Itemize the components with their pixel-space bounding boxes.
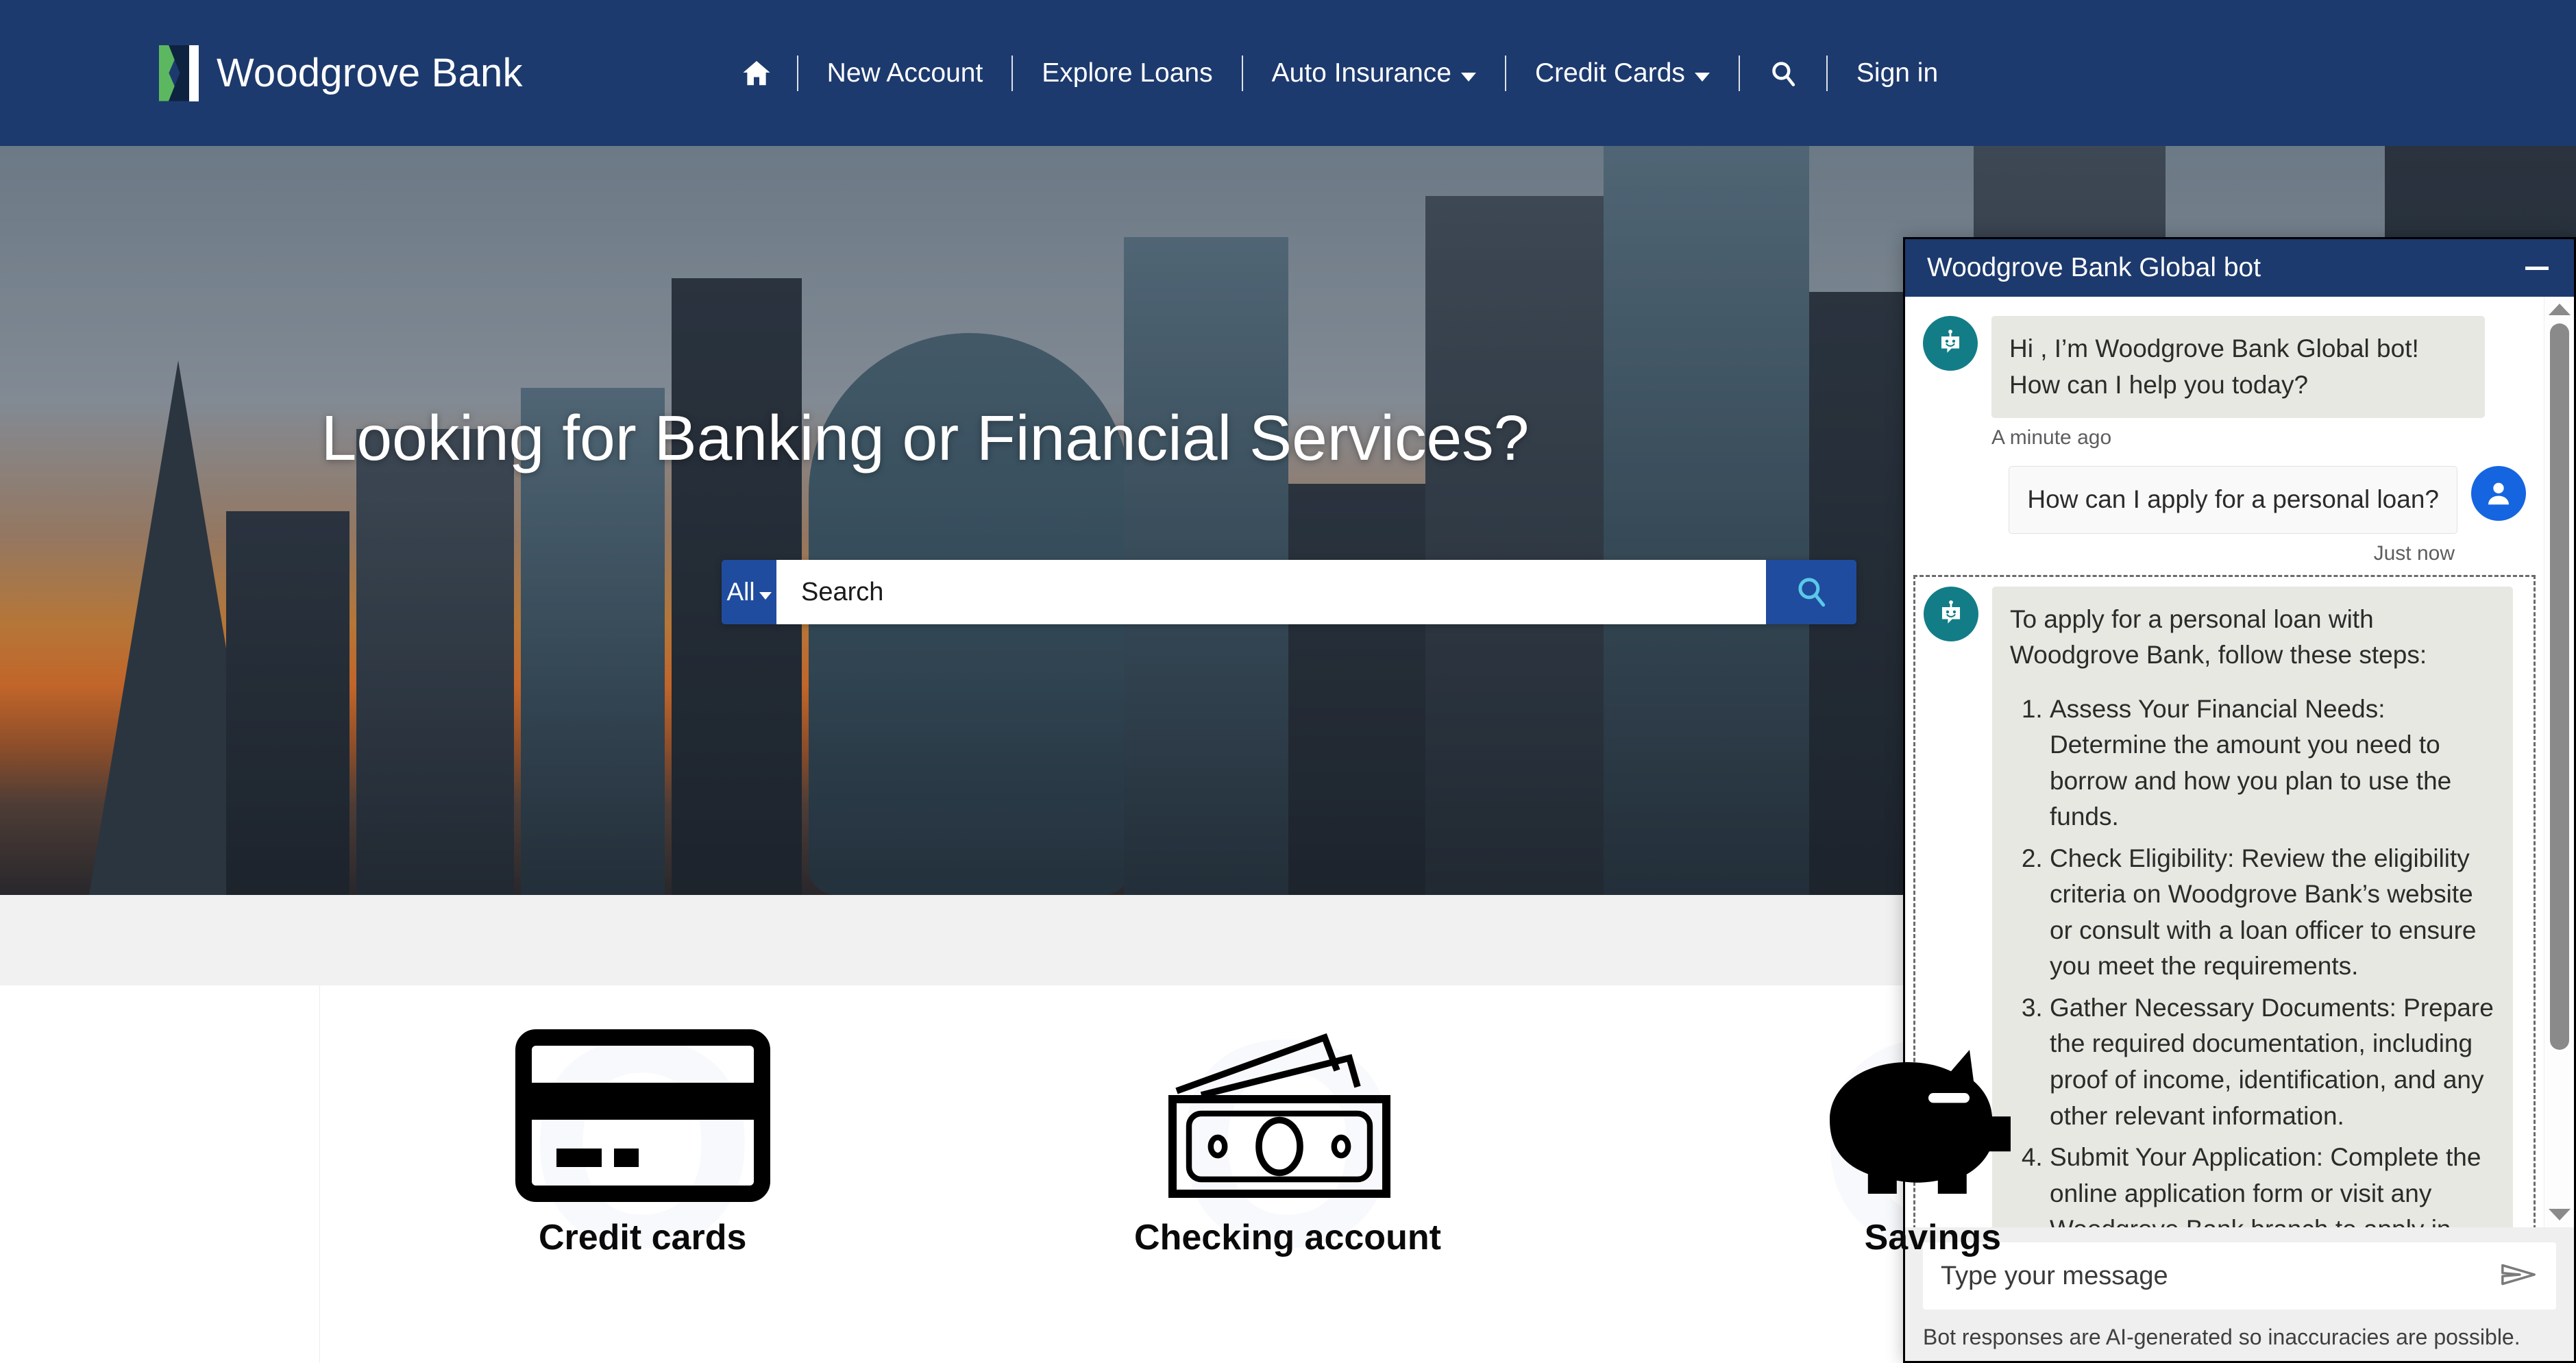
answer-step: Assess Your Financial Needs: Determine t… (2050, 691, 2495, 835)
nav-item-home[interactable] (717, 58, 796, 89)
search-icon (1794, 574, 1828, 611)
chatbot-footer: Bot responses are AI-generated so inaccu… (1905, 1227, 2574, 1361)
chat-scrollbar[interactable] (2544, 297, 2574, 1227)
search-submit-button[interactable] (1766, 560, 1856, 624)
bot-avatar-icon (1923, 316, 1978, 371)
nav-item-sign-in[interactable]: Sign in (1829, 60, 1965, 86)
nav-divider (1738, 55, 1740, 91)
chevron-up-icon[interactable] (2548, 304, 2571, 315)
nav-item-label: Credit Cards (1534, 58, 1685, 88)
answer-step: Submit Your Application: Complete the on… (2050, 1140, 2495, 1227)
nav-item-label: Explore Loans (1042, 58, 1213, 88)
product-card-label: Credit cards (538, 1218, 747, 1257)
primary-nav: New Account Explore Loans Auto Insurance… (717, 0, 1965, 146)
chatbot-title: Woodgrove Bank Global bot (1927, 253, 2261, 282)
answer-step: Gather Necessary Documents: Prepare the … (2050, 990, 2495, 1134)
chat-bubble-bot-answer: To apply for a personal loan with Woodgr… (1992, 586, 2513, 1227)
scrollbar-thumb[interactable] (2549, 323, 2569, 1050)
chat-message-user: How can I apply for a personal loan? (1923, 466, 2526, 534)
hero-search-bar: All (722, 560, 1856, 624)
nav-search-button[interactable] (1741, 59, 1825, 88)
home-icon (741, 58, 772, 89)
nav-item-label: Auto Insurance (1271, 58, 1451, 88)
nav-divider (1011, 55, 1014, 91)
user-avatar-icon (2471, 466, 2526, 521)
product-card-label: Savings (1864, 1218, 2002, 1257)
chat-message-bot: Hi , I’m Woodgrove Bank Global bot! How … (1923, 316, 2526, 419)
top-navigation-bar: Woodgrove Bank New Account Explore Loans… (0, 0, 2576, 146)
nav-divider (1241, 55, 1243, 91)
nav-item-auto-insurance[interactable]: Auto Insurance (1244, 60, 1504, 86)
bot-avatar-icon (1924, 586, 1978, 641)
chat-timestamp: A minute ago (1991, 426, 2112, 450)
nav-item-new-account[interactable]: New Account (800, 60, 1011, 86)
chat-message-input[interactable] (1941, 1261, 2499, 1291)
banknotes-icon (1151, 1024, 1425, 1207)
nav-divider (1826, 55, 1828, 91)
chevron-down-icon (759, 591, 772, 600)
brand-name: Woodgrove Bank (217, 51, 523, 95)
chat-bubble-bot: Hi , I’m Woodgrove Bank Global bot! How … (1991, 316, 2485, 419)
search-icon (1769, 59, 1798, 88)
product-card-credit-cards[interactable]: O Credit cards (320, 985, 965, 1363)
answer-intro: To apply for a personal loan with Woodgr… (2010, 604, 2427, 670)
credit-card-icon (515, 1024, 770, 1207)
piggy-bank-icon (1799, 1024, 2066, 1207)
send-icon (2499, 1258, 2538, 1294)
woodgrove-logo-icon (159, 45, 199, 101)
nav-item-explore-loans[interactable]: Explore Loans (1014, 60, 1240, 86)
chevron-down-icon (1460, 73, 1476, 82)
search-scope-dropdown[interactable]: All (722, 560, 776, 624)
chat-input-container (1923, 1242, 2556, 1310)
answer-step: Check Eligibility: Review the eligibilit… (2050, 841, 2495, 985)
chevron-down-icon (1694, 73, 1710, 82)
brand-logo[interactable]: Woodgrove Bank (159, 45, 523, 101)
chat-timestamp: Just now (2373, 541, 2455, 565)
send-message-button[interactable] (2499, 1258, 2538, 1294)
nav-divider (796, 55, 798, 91)
chatbot-disclaimer: Bot responses are AI-generated so inaccu… (1923, 1325, 2520, 1349)
product-card-label: Checking account (1134, 1218, 1441, 1257)
search-scope-label: All (726, 578, 755, 606)
chevron-down-icon[interactable] (2548, 1209, 2571, 1220)
chatbot-header: Woodgrove Bank Global bot (1905, 239, 2574, 297)
page-title: Looking for Banking or Financial Service… (321, 402, 1530, 474)
chat-bubble-user: How can I apply for a personal loan? (2009, 466, 2457, 534)
search-input[interactable] (776, 560, 1766, 624)
minimize-icon[interactable] (2522, 253, 2552, 283)
sign-in-label: Sign in (1856, 58, 1939, 88)
answer-steps-list: Assess Your Financial Needs: Determine t… (2010, 691, 2495, 1227)
nav-divider (1504, 55, 1506, 91)
product-card-checking-account[interactable]: O Checking account (965, 985, 1610, 1363)
nav-item-label: New Account (826, 58, 983, 88)
nav-item-credit-cards[interactable]: Credit Cards (1508, 60, 1737, 86)
